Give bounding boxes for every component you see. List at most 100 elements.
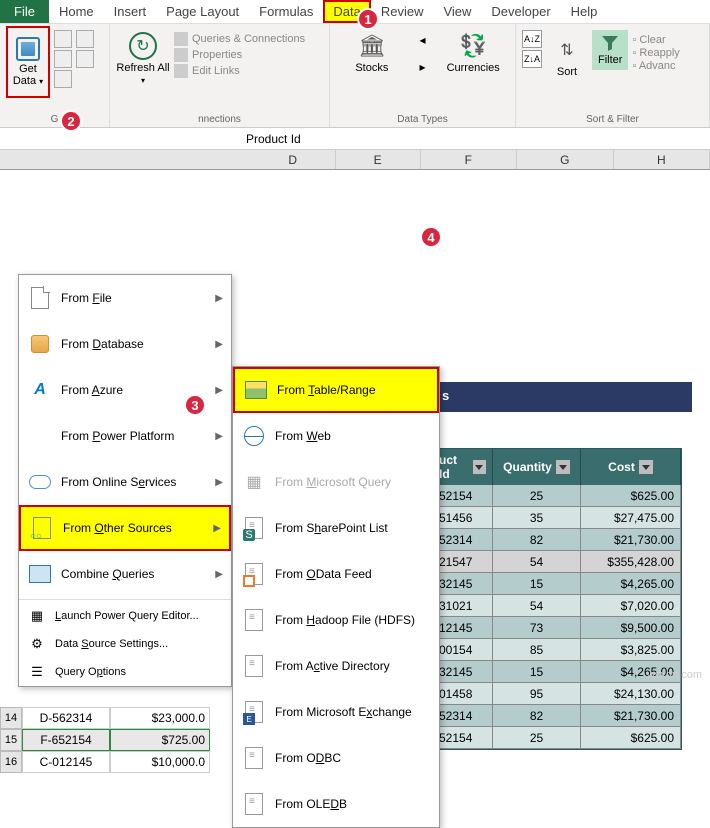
get-data-button[interactable]: Get Data ▾ [6, 26, 50, 98]
cell-cost: $355,428.00 [581, 551, 681, 573]
row-header[interactable]: 16 [0, 751, 22, 773]
chevron-left-icon[interactable]: ◂ [419, 33, 425, 47]
other-sources-icon [31, 517, 53, 539]
cell[interactable]: C-012145 [22, 751, 110, 773]
table-row[interactable]: 3102154$7,020.00 [433, 595, 681, 617]
from-web-button[interactable] [54, 50, 72, 68]
cell[interactable]: $23,000.0 [110, 707, 210, 729]
col-header[interactable]: G [517, 150, 613, 169]
table-row[interactable]: 5145635$27,475.00 [433, 507, 681, 529]
table-row[interactable]: 0015485$3,825.00 [433, 639, 681, 661]
menu-from-online-services[interactable]: From Online Services ▶ [19, 459, 231, 505]
recent-sources-button[interactable] [76, 30, 94, 48]
from-text-csv-button[interactable] [54, 30, 72, 48]
refresh-all-label: Refresh All [116, 62, 169, 74]
cell-product-id: 52154 [433, 485, 493, 507]
menu-from-oledb[interactable]: From OLEDB [233, 781, 439, 827]
menu-from-hadoop[interactable]: From Hadoop File (HDFS) [233, 597, 439, 643]
sheet-row[interactable]: 14D-562314$23,000.0 [0, 707, 210, 729]
developer-tab[interactable]: Developer [481, 0, 560, 23]
refresh-all-button[interactable]: Refresh All ▾ [116, 26, 170, 86]
menu-from-table-range[interactable]: From Table/Range [233, 367, 439, 413]
currencies-button[interactable]: 💱 Currencies [445, 26, 501, 80]
table-row[interactable]: 1214573$9,500.00 [433, 617, 681, 639]
cell[interactable]: $10,000.0 [110, 751, 210, 773]
view-tab[interactable]: View [433, 0, 481, 23]
insert-tab[interactable]: Insert [104, 0, 157, 23]
cell[interactable]: F-652154 [22, 729, 110, 751]
table-row[interactable]: 2154754$355,428.00 [433, 551, 681, 573]
stocks-button[interactable]: 🏛 Stocks [344, 26, 400, 80]
menu-query-options[interactable]: ☰ Query Options [19, 658, 231, 686]
sort-az-button[interactable]: A↓Z [522, 30, 542, 48]
power-platform-icon [29, 425, 51, 447]
sort-za-button[interactable]: Z↓A [522, 50, 542, 68]
menu-launch-power-query[interactable]: ▦ Launch Power Query Editor... [19, 602, 231, 630]
table-row[interactable]: 5215425$625.00 [433, 485, 681, 507]
menu-from-odata[interactable]: From OData Feed [233, 551, 439, 597]
cell[interactable]: $725.00 [110, 729, 210, 751]
clear-button[interactable]: ▫ Clear [632, 34, 679, 46]
menu-from-exchange[interactable]: E From Microsoft Exchange [233, 689, 439, 735]
edit-links-button[interactable]: Edit Links [174, 64, 305, 78]
col-product-id[interactable]: uct Id [433, 449, 493, 485]
home-tab[interactable]: Home [49, 0, 104, 23]
chevron-right-icon: ▶ [215, 385, 223, 396]
table-row[interactable]: 5231482$21,730.00 [433, 705, 681, 727]
sort-button[interactable]: ⇅ Sort [546, 30, 588, 84]
chevron-right-icon[interactable]: ▸ [419, 60, 425, 74]
col-cost[interactable]: Cost [581, 449, 681, 485]
table-row[interactable]: 3214515$4,265.00 [433, 573, 681, 595]
review-tab[interactable]: Review [371, 0, 434, 23]
col-header[interactable]: E [336, 150, 421, 169]
reapply-button[interactable]: ▫ Reapply [632, 47, 679, 59]
menu-from-sharepoint[interactable]: S From SharePoint List [233, 505, 439, 551]
menu-from-file[interactable]: From File ▶ [19, 275, 231, 321]
menu-data-source-settings[interactable]: ⚙ Data Source Settings... [19, 630, 231, 658]
table-row[interactable]: 5215425$625.00 [433, 727, 681, 749]
from-table-range-button[interactable] [54, 70, 72, 88]
azure-icon: A [29, 379, 51, 401]
menu-from-other-sources[interactable]: From Other Sources ▶ [19, 505, 231, 551]
database-icon [29, 333, 51, 355]
menu-from-web[interactable]: From Web [233, 413, 439, 459]
cell[interactable]: D-562314 [22, 707, 110, 729]
filter-dropdown-icon[interactable] [473, 460, 486, 474]
file-tab[interactable]: File [0, 0, 49, 23]
sheet-row[interactable]: 15F-652154$725.00 [0, 729, 210, 751]
page-layout-tab[interactable]: Page Layout [156, 0, 249, 23]
table-row[interactable]: 0145895$24,130.00 [433, 683, 681, 705]
col-quantity[interactable]: Quantity [493, 449, 581, 485]
cell-cost: $9,500.00 [581, 617, 681, 639]
table-row[interactable]: 3214515$4,265.00 [433, 661, 681, 683]
cell-cost: $4,265.00 [581, 573, 681, 595]
menu-from-power-platform[interactable]: From Power Platform ▶ [19, 413, 231, 459]
queries-connections-button[interactable]: Queries & Connections [174, 32, 305, 46]
properties-button[interactable]: Properties [174, 48, 305, 62]
row-header[interactable]: 15 [0, 729, 22, 751]
filter-dropdown-icon[interactable] [639, 460, 653, 474]
existing-connections-button[interactable] [76, 50, 94, 68]
menu-label: From Table/Range [277, 383, 376, 397]
col-header[interactable]: H [614, 150, 710, 169]
menu-from-odbc[interactable]: From ODBC [233, 735, 439, 781]
properties-label: Properties [192, 49, 242, 61]
filter-dropdown-icon[interactable] [556, 460, 570, 474]
odbc-icon [243, 747, 265, 769]
formulas-tab[interactable]: Formulas [249, 0, 323, 23]
table-row[interactable]: 5231482$21,730.00 [433, 529, 681, 551]
advanced-button[interactable]: ▫ Advanc [632, 60, 679, 72]
col-header[interactable]: D [251, 150, 336, 169]
row-header[interactable]: 14 [0, 707, 22, 729]
help-tab[interactable]: Help [561, 0, 608, 23]
menu-from-database[interactable]: From Database ▶ [19, 321, 231, 367]
formula-bar[interactable]: Product Id [0, 128, 710, 150]
sheet-row[interactable]: 16C-012145$10,000.0 [0, 751, 210, 773]
menu-label: From Microsoft Exchange [275, 705, 412, 719]
col-header[interactable]: F [421, 150, 517, 169]
menu-combine-queries[interactable]: Combine Queries ▶ [19, 551, 231, 597]
group-label-connections: nnections [116, 113, 323, 126]
menu-from-active-directory[interactable]: From Active Directory [233, 643, 439, 689]
menu-label: From Microsoft Query [275, 475, 391, 489]
filter-button[interactable]: Filter [592, 30, 628, 70]
